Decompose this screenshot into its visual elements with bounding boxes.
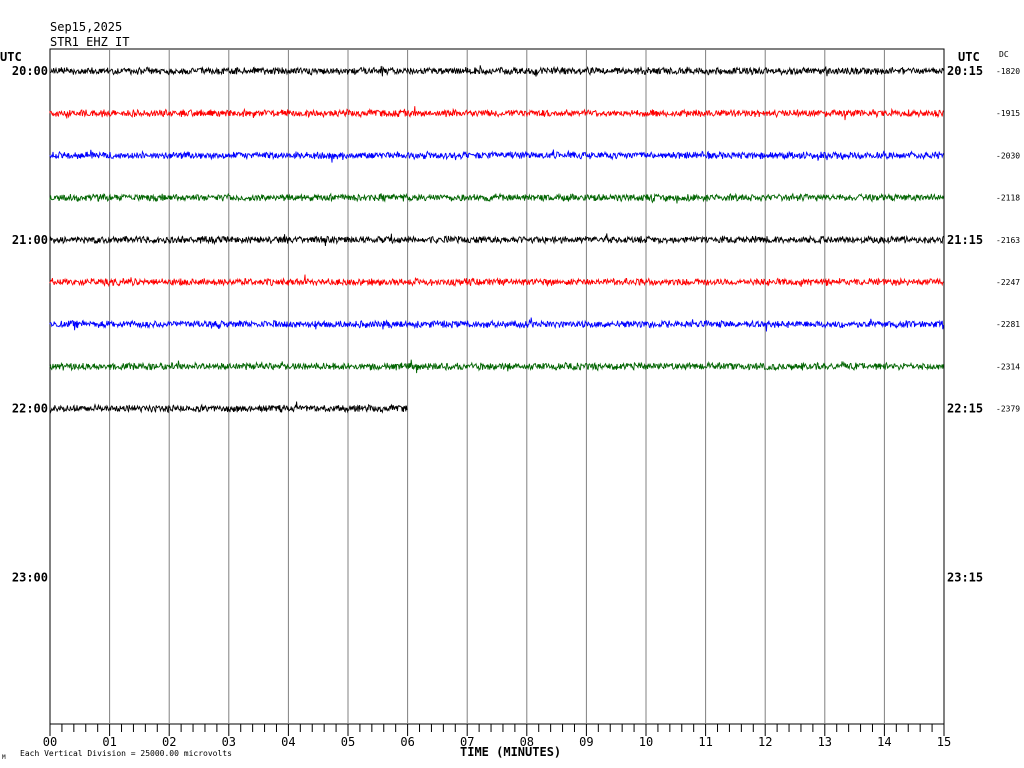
seismic-trace: [49, 106, 944, 121]
seismic-trace: [49, 317, 944, 332]
hour-label-left: 22:00: [12, 402, 48, 416]
dc-value: -2030: [996, 151, 1020, 160]
helicorder-page: Sep15,2025 STR1 EHZ IT UTC UTC DC 00 01 02…: [0, 0, 1024, 768]
dc-value: -2314: [996, 362, 1020, 371]
seismic-trace: [49, 233, 944, 247]
dc-value: -2379: [996, 405, 1020, 414]
hour-label-left: 21:00: [12, 233, 48, 247]
hour-label-right: 22:15: [947, 402, 983, 416]
dc-value: -2118: [996, 194, 1020, 203]
x-tick-label: 04: [281, 735, 295, 749]
x-axis-label: TIME (MINUTES): [460, 745, 562, 759]
seismic-trace: [49, 149, 944, 163]
x-tick-label: 09: [579, 735, 593, 749]
x-tick-label: 12: [758, 735, 772, 749]
helicorder-plot: 00 01 02 03 04 05 06 07 08 09 10 11 12 13 14 1520:00 20:…: [12, 48, 1020, 749]
hour-label-left: 20:00: [12, 64, 48, 78]
hour-label-right: 23:15: [947, 570, 983, 584]
dc-value: -1820: [996, 67, 1020, 76]
x-tick-label: 03: [222, 735, 236, 749]
x-tick-label: 14: [877, 735, 891, 749]
x-tick-label: 02: [162, 735, 176, 749]
dc-value: -2247: [996, 278, 1020, 287]
corner-mark: M: [2, 754, 6, 761]
scale-note: Each Vertical Division = 25000.00 microv…: [20, 749, 232, 758]
hour-label-left: 23:00: [12, 570, 48, 584]
seismic-trace: [49, 274, 944, 288]
hour-label-right: 21:15: [947, 233, 983, 247]
x-tick-label: 05: [341, 735, 355, 749]
x-tick-label: 15: [937, 735, 951, 749]
seismic-trace: [49, 65, 944, 77]
x-tick-label: 11: [698, 735, 712, 749]
x-tick-label: 13: [818, 735, 832, 749]
x-tick-label: 01: [102, 735, 116, 749]
x-tick-label: 06: [400, 735, 414, 749]
seismic-trace: [49, 359, 944, 374]
seismic-trace: [49, 192, 944, 204]
dc-value: -2281: [996, 320, 1020, 329]
x-tick-label: 10: [639, 735, 653, 749]
hour-label-right: 20:15: [947, 64, 983, 78]
x-tick-label: 00: [43, 735, 57, 749]
plot-frame: [49, 48, 945, 725]
dc-value: -2163: [996, 236, 1020, 245]
dc-value: -1915: [996, 109, 1020, 118]
